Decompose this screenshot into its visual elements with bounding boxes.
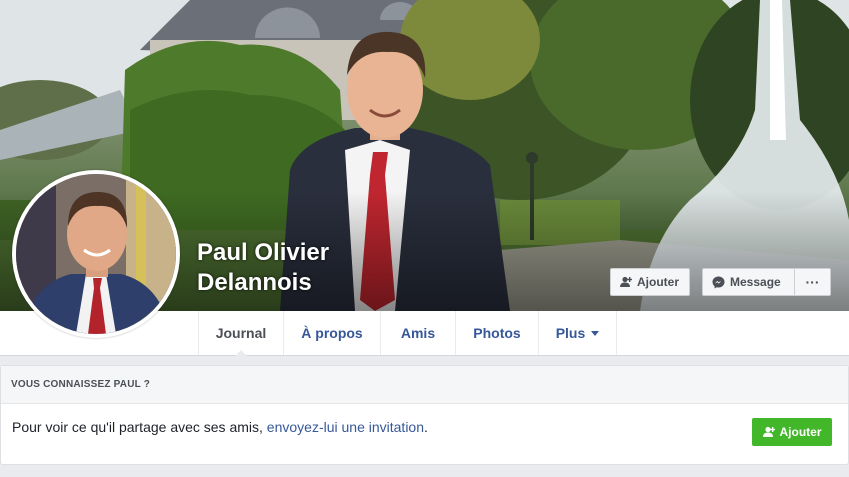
tab-about[interactable]: À propos xyxy=(283,311,380,355)
messenger-icon xyxy=(712,276,725,289)
tab-about-label: À propos xyxy=(301,325,363,341)
more-icon: ··· xyxy=(805,274,820,290)
avatar-image xyxy=(16,174,176,334)
tab-more[interactable]: Plus xyxy=(538,311,617,355)
send-invitation-link[interactable]: envoyez-lui une invitation xyxy=(267,419,424,435)
message-label: Message xyxy=(730,275,781,289)
profile-picture[interactable] xyxy=(12,170,180,338)
know-person-card: VOUS CONNAISSEZ PAUL ? Pour voir ce qu'i… xyxy=(0,365,849,465)
profile-name[interactable]: Paul Olivier Delannois xyxy=(197,238,377,298)
card-title: VOUS CONNAISSEZ PAUL ? xyxy=(1,366,848,404)
caret-down-icon xyxy=(591,330,600,336)
add-friend-icon xyxy=(762,426,775,438)
add-friend-icon xyxy=(620,276,632,288)
card-description: Pour voir ce qu'il partage avec ses amis… xyxy=(12,419,428,435)
message-button[interactable]: Message xyxy=(702,268,795,296)
card-text-after: . xyxy=(424,419,428,435)
tab-more-label: Plus xyxy=(555,325,586,341)
add-friend-green-button[interactable]: Ajouter xyxy=(752,418,832,446)
tab-friends-label: Amis xyxy=(400,325,436,341)
card-text-before: Pour voir ce qu'il partage avec ses amis… xyxy=(12,419,267,435)
more-button[interactable]: ··· xyxy=(794,268,831,296)
add-friend-button[interactable]: Ajouter xyxy=(610,268,690,296)
profile-name-line2[interactable]: Delannois xyxy=(197,268,377,298)
tab-journal-label: Journal xyxy=(215,325,267,341)
add-friend-green-label: Ajouter xyxy=(779,425,822,439)
tab-friends[interactable]: Amis xyxy=(380,311,455,355)
profile-name-line1[interactable]: Paul Olivier xyxy=(197,238,377,268)
tab-photos-label: Photos xyxy=(473,325,521,341)
add-friend-label: Ajouter xyxy=(637,275,679,289)
tab-journal[interactable]: Journal xyxy=(198,311,283,356)
tab-photos[interactable]: Photos xyxy=(455,311,538,355)
avatar xyxy=(16,174,176,334)
